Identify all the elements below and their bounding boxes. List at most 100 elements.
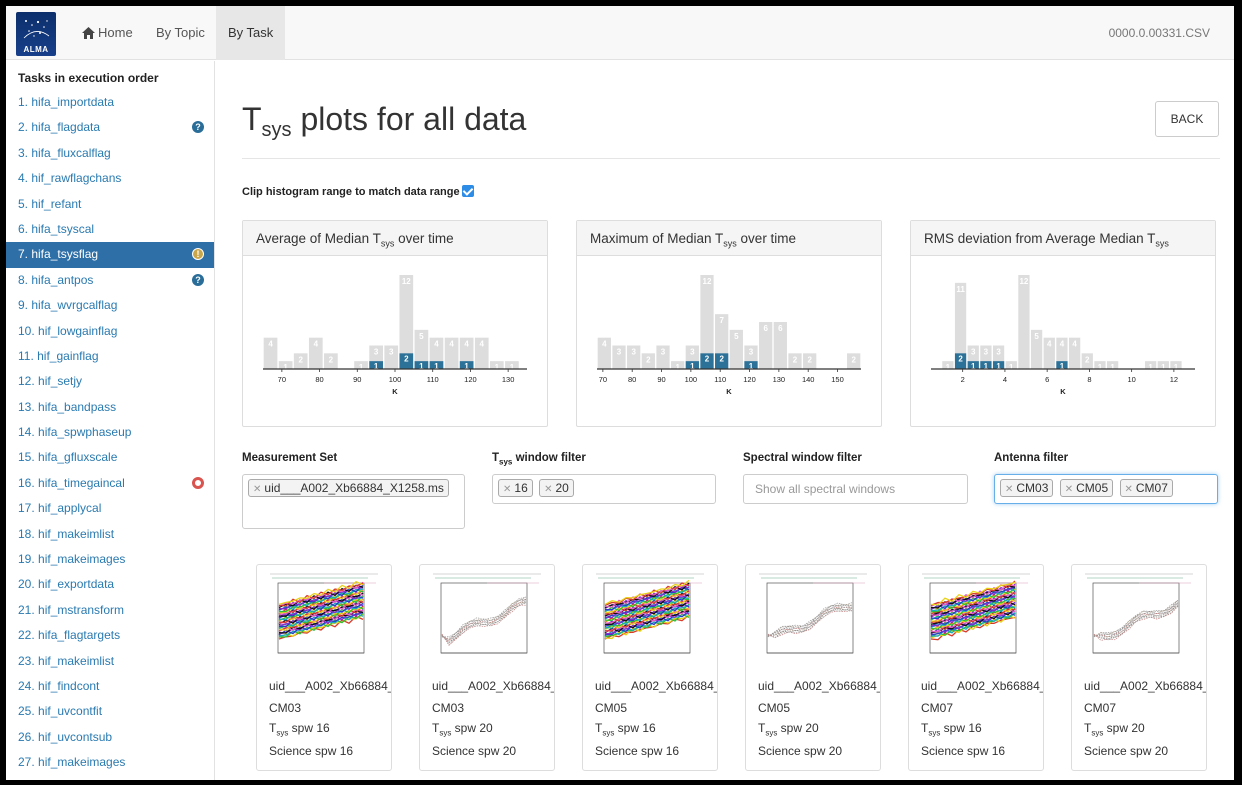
tsys-sub: sys [765,728,778,738]
sidebar-task-item[interactable]: 23. hif_makeimlist [6,649,214,674]
tsys-plot-thumbnail[interactable]: uid___A002_Xb66884_X1258.ms CM05 Tsys spw … [582,564,718,771]
sidebar-task-item[interactable]: 3. hifa_fluxcalflag [6,141,214,166]
sidebar-task-item[interactable]: 22. hifa_flagtargets [6,623,214,648]
bar-count-label: 1 [946,363,951,372]
bar-count-label: 4 [602,340,607,349]
task-label: 25. hif_uvcontfit [18,704,103,719]
sidebar-task-item[interactable]: 20. hif_exportdata [6,572,214,597]
clip-checkbox[interactable] [461,185,474,197]
sidebar-task-item[interactable]: 17. hif_applycal [6,496,214,521]
task-label: 2. hifa_flagdata [18,120,101,135]
warning-icon[interactable]: ! [192,248,204,261]
bar-count-label: 1 [283,363,288,372]
filter-token[interactable]: ✕ CM05 [1059,479,1114,497]
sidebar-task-item[interactable]: 24. hif_findcont [6,674,214,699]
sidebar-task-item[interactable]: 6. hifa_tsyscal [6,217,214,242]
alma-logo[interactable]: ALMA [16,12,56,56]
ms-filter-input[interactable]: ✕ uid___A002_Xb66884_X1258.ms [242,474,465,529]
task-label: 15. hifa_gfluxscale [18,450,118,465]
bar-count-label: 2 [329,355,334,364]
nav-home[interactable]: Home [70,6,145,60]
histogram-chart[interactable]: 1112313131 11254 41421 1 1 1 12 4 6 8 10 12K [911,257,1215,425]
filter-token[interactable]: ✕ uid___A002_Xb66884_X1258.ms [248,479,449,497]
sidebar-task-item[interactable]: 19. hif_makeimages [6,547,214,572]
histogram-chart[interactable]: 41242131312251414 4141 170 80 90 100 110 120 130… [243,257,547,425]
tsys-plot-image[interactable] [264,569,384,669]
remove-token-icon[interactable]: ✕ [1005,484,1013,495]
tsys-plot-thumbnail[interactable]: uid___A002_Xb66884_X1258.ms CM07 Tsys spw … [1071,564,1207,771]
bar-count-label: 4 [1060,340,1065,349]
tsys-plot-thumbnail[interactable]: uid___A002_Xb66884_X1258.ms CM07 Tsys spw … [908,564,1044,771]
help-icon[interactable]: ? [192,121,204,134]
bar-count-label: 3 [984,348,989,357]
sidebar-task-item[interactable]: 15. hifa_gfluxscale [6,445,214,470]
bar-count-label: 6 [778,324,783,333]
filter-token[interactable]: ✕ 20 [539,479,574,497]
bar-count-label: 3 [690,348,695,357]
sidebar-task-item[interactable]: 8. hifa_antpos? [6,268,214,293]
sidebar-task-item[interactable]: 10. hif_lowgainflag [6,319,214,344]
filter-token[interactable]: ✕ 16 [498,479,533,497]
thumbnail-science-spw: Science spw 16 [269,744,354,758]
tsys-plot-image[interactable] [1079,569,1199,669]
sidebar-task-item[interactable]: 21. hif_mstransform [6,598,214,623]
remove-token-icon[interactable]: ✕ [253,484,261,495]
remove-token-icon[interactable]: ✕ [544,484,552,495]
tsys-spw-text: spw 16 [940,721,982,735]
task-list: 1. hifa_importdata 2. hifa_flagdata? 3. hi… [6,90,214,776]
bar-selected-count-label: 1 [419,362,424,371]
tsys-sub: sys [602,728,615,738]
remove-token-icon[interactable]: ✕ [1125,484,1133,495]
back-button[interactable]: BACK [1155,101,1219,137]
sidebar-task-item[interactable]: 27. hif_makeimages [6,750,214,775]
thumbnail-tsys-spw: Tsys spw 20 [432,721,493,737]
histogram-chart[interactable]: 43 323131122725316 62 2 270 80 90 100 110 120 130 1… [577,257,881,425]
spw-filter-label: Spectral window filter [743,452,862,464]
filter-token[interactable]: ✕ CM03 [1000,479,1054,497]
sidebar-task-item[interactable]: 18. hif_makeimlist [6,522,214,547]
sidebar-task-item[interactable]: 26. hif_uvcontsub [6,725,214,750]
thumbnail-tsys-spw: Tsys spw 16 [269,721,330,737]
tsys-plot-image[interactable] [427,569,547,669]
bar-count-label: 12 [402,277,411,286]
x-axis-label: K [392,387,398,396]
error-icon[interactable] [192,476,204,489]
bar-count-label: 4 [480,340,485,349]
x-tick-label: 140 [802,375,815,384]
help-icon[interactable]: ? [192,273,204,286]
sidebar-task-item[interactable]: 14. hifa_spwphaseup [6,420,214,445]
nav-by-task[interactable]: By Task [216,6,286,60]
nav-by-topic[interactable]: By Topic [144,6,217,60]
spw-filter-input[interactable]: Show all spectral windows [743,474,968,504]
sidebar-task-item[interactable]: 25. hif_uvcontfit [6,699,214,724]
antenna-filter-input[interactable]: ✕ CM03 ✕ CM05 ✕ CM07 [994,474,1218,504]
sidebar-task-item[interactable]: 16. hifa_timegaincal [6,471,214,496]
histogram-bar[interactable] [1018,275,1030,369]
remove-token-icon[interactable]: ✕ [503,484,511,495]
filter-token[interactable]: ✕ CM07 [1119,479,1173,497]
task-label: 20. hif_exportdata [18,577,115,592]
tsys-filter-input[interactable]: ✕ 16 ✕ 20 [492,474,716,504]
sidebar-task-item[interactable]: 11. hif_gainflag [6,344,214,369]
main-content: Tsys plots for all data BACK Clip histog… [216,61,1234,780]
sidebar-task-item[interactable]: 13. hifa_bandpass [6,395,214,420]
tsys-plot-image[interactable] [590,569,710,669]
remove-token-icon[interactable]: ✕ [1065,484,1073,495]
sidebar-task-item[interactable]: 1. hifa_importdata [6,90,214,115]
tsys-plot-image[interactable] [916,569,1036,669]
sidebar-task-item[interactable]: 9. hifa_wvrgcalflag [6,293,214,318]
tsys-plot-thumbnail[interactable]: uid___A002_Xb66884_X1258.ms CM03 Tsys spw … [256,564,392,771]
sidebar-task-item[interactable]: 2. hifa_flagdata? [6,115,214,140]
tsys-plot-image[interactable] [753,569,873,669]
tsys-plot-thumbnail[interactable]: uid___A002_Xb66884_X1258.ms CM05 Tsys spw … [745,564,881,771]
sidebar-task-item[interactable]: 4. hif_rawflagchans [6,166,214,191]
thumbnail-antenna: CM05 [758,701,791,715]
tsys-plot-thumbnail[interactable]: uid___A002_Xb66884_X1258.ms CM03 Tsys spw … [419,564,555,771]
x-tick-label: 70 [599,375,607,384]
token-label: CM03 [1016,481,1049,495]
sidebar-task-item[interactable]: 5. hif_refant [6,192,214,217]
token-label: CM05 [1076,481,1109,495]
clip-option[interactable]: Clip histogram range to match data range [242,185,474,198]
sidebar-task-item[interactable]: 12. hif_setjy [6,369,214,394]
sidebar-task-item[interactable]: 7. hifa_tsysflag! [6,242,214,268]
